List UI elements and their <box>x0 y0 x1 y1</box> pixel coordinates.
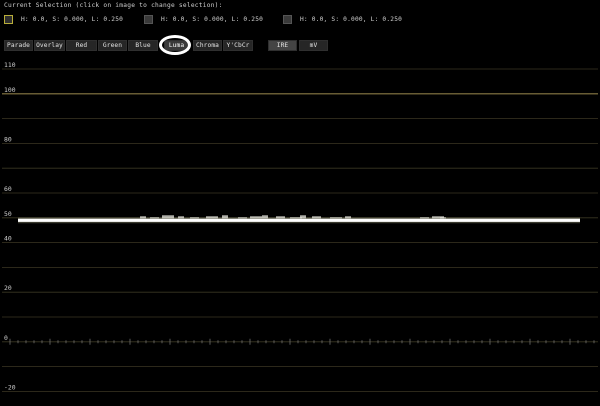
axis-label: 20 <box>4 284 12 292</box>
blue-button[interactable]: Blue <box>128 40 158 51</box>
axis-label: 80 <box>4 135 12 143</box>
waveform-scope[interactable]: 110 100 80 60 50 40 20 0 -20 <box>0 0 600 406</box>
swatch-hsl-readout: H: 0.0, S: 0.000, L: 0.250 <box>300 15 403 23</box>
trace-speckle <box>250 216 262 219</box>
color-swatch[interactable] <box>283 14 292 24</box>
chroma-button[interactable]: Chroma <box>193 40 222 51</box>
selection-title: Current Selection (click on image to cha… <box>4 2 223 9</box>
trace-speckle <box>420 217 429 219</box>
axis-label: 50 <box>4 210 12 218</box>
trace-speckle <box>312 216 321 219</box>
scope-gridlines <box>2 68 598 392</box>
trace-speckle <box>300 215 306 219</box>
trace-speckle <box>162 215 174 219</box>
swatch-hsl-readout: H: 0.0, S: 0.000, L: 0.250 <box>161 15 264 23</box>
trace-speckle <box>178 216 184 219</box>
selection-sample-1[interactable]: H: 0.0, S: 0.000, L: 0.250 <box>4 13 123 25</box>
trace-speckle <box>276 216 285 219</box>
ycbcr-button[interactable]: Y'CbCr <box>223 40 253 51</box>
trace-speckle <box>190 217 199 219</box>
trace-speckle <box>206 216 218 219</box>
trace-speckle <box>262 215 268 219</box>
trace-speckle <box>238 217 247 219</box>
trace-speckle <box>150 217 159 219</box>
axis-label: 60 <box>4 185 12 193</box>
selection-sample-3[interactable]: H: 0.0, S: 0.000, L: 0.250 <box>283 13 402 25</box>
ire-button[interactable]: IRE <box>268 40 297 51</box>
trace-speckle <box>345 216 351 219</box>
axis-label: 40 <box>4 235 12 243</box>
red-button[interactable]: Red <box>66 40 97 51</box>
axis-label: -20 <box>4 383 16 391</box>
overlay-button[interactable]: Overlay <box>34 40 65 51</box>
axis-label: 100 <box>4 86 16 94</box>
trace-core <box>18 218 580 222</box>
color-swatch[interactable] <box>4 14 13 24</box>
selection-sample-2[interactable]: H: 0.0, S: 0.000, L: 0.250 <box>144 13 263 25</box>
axis-label: 0 <box>4 334 8 342</box>
axis-label: 110 <box>4 61 16 69</box>
color-swatch[interactable] <box>144 14 153 24</box>
trace-speckle <box>222 215 228 219</box>
trace-speckle <box>330 217 342 219</box>
parade-button[interactable]: Parade <box>4 40 33 51</box>
trace-speckle <box>140 216 146 219</box>
mv-button[interactable]: mV <box>299 40 328 51</box>
green-button[interactable]: Green <box>98 40 127 51</box>
trace-speckle <box>440 217 446 219</box>
swatch-hsl-readout: H: 0.0, S: 0.000, L: 0.250 <box>21 15 124 23</box>
luma-button[interactable]: Luma <box>164 40 189 51</box>
luma-trace <box>18 215 580 224</box>
